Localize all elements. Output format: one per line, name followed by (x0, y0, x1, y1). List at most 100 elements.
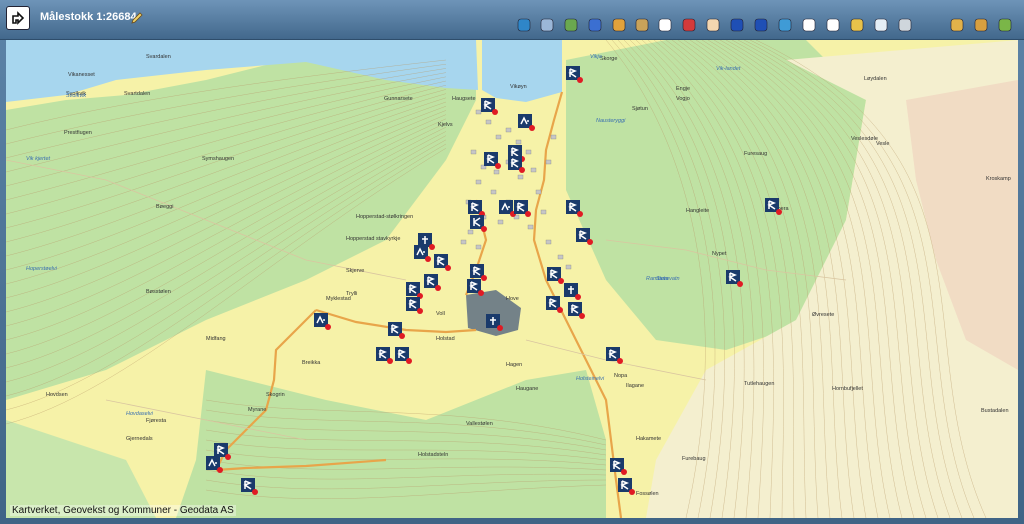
puzzle-tool-button[interactable] (610, 16, 628, 34)
place-label: Svartdalen (124, 91, 150, 97)
place-label: Vikøyn (510, 84, 527, 90)
water-label: Nausteryggi (596, 118, 626, 124)
building (540, 209, 547, 215)
place-label: Furebaug (682, 456, 706, 462)
poi-marker-dot (587, 239, 593, 245)
layers-icon (540, 18, 554, 32)
place-label: Gjernedals (126, 436, 153, 442)
search-icon (588, 18, 602, 32)
globe-icon (778, 18, 792, 32)
brush-tool-button[interactable] (633, 16, 651, 34)
place-label: Vogjo (676, 96, 690, 102)
poi-marker-dot (481, 226, 487, 232)
place-label: Skjerve (346, 268, 364, 274)
building (495, 134, 502, 140)
map-toolbar: Målestokk 1:26684 (0, 0, 1024, 40)
pencil-tool-icon (998, 18, 1012, 32)
home-button[interactable] (6, 6, 30, 30)
globe-tool-button[interactable] (776, 16, 794, 34)
building (517, 174, 524, 180)
building (527, 224, 534, 230)
poi-marker-dot (629, 489, 635, 495)
poi-marker-dot (497, 325, 503, 331)
water-label: Holsteinelvi (576, 376, 605, 382)
place-label: Hopperstad stavkyrkje (346, 236, 400, 242)
place-label: Hakamete (636, 436, 661, 442)
place-label: Bøsstølen (146, 289, 171, 295)
place-label: Hopperstad-stølkringen (356, 214, 413, 220)
edit-map-tool-button[interactable] (972, 16, 990, 34)
place-label: Hagen (506, 362, 522, 368)
info-point-tool-button[interactable] (824, 16, 842, 34)
building (485, 119, 492, 125)
filter-funnel-icon (898, 18, 912, 32)
puzzle-icon (612, 18, 626, 32)
scale-label: Målestokk 1:26684 (40, 11, 137, 23)
poi-marker-dot (425, 256, 431, 262)
building (545, 159, 552, 165)
place-label: Bustadalen (981, 408, 1009, 414)
filter-funnel-tool-button[interactable] (896, 16, 914, 34)
poi-marker-dot (557, 307, 563, 313)
zoom-out-tool-button[interactable] (680, 16, 698, 34)
search-tool-button[interactable] (586, 16, 604, 34)
measure-ruler-tool-button[interactable] (848, 16, 866, 34)
poi-marker-dot (399, 333, 405, 339)
refresh-tool-button[interactable] (515, 16, 533, 34)
place-label: Nopa (614, 373, 628, 379)
map-overview-tool-button[interactable] (562, 16, 580, 34)
pencil-icon[interactable] (130, 11, 144, 25)
place-label: Hornbufjellet (832, 386, 863, 392)
poi-marker-dot (525, 211, 531, 217)
place-label: Hove (506, 296, 519, 302)
poi-marker-dot (577, 77, 583, 83)
poi-marker-dot (225, 454, 231, 460)
water-label: Vik-landet (716, 66, 741, 72)
zoom-in-box-tool-button[interactable] (656, 16, 674, 34)
back-arrow-icon (730, 18, 744, 32)
place-label: Nypet (712, 251, 727, 257)
place-label: Skogrin (266, 392, 285, 398)
poi-marker-dot (575, 294, 581, 300)
water-label: Storevatn (656, 276, 680, 282)
place-label: Kroskamp (986, 176, 1011, 182)
poi-marker-dot (492, 109, 498, 115)
back-arrow-tool-button[interactable] (728, 16, 746, 34)
info-point-icon (826, 18, 840, 32)
place-label: Vallestølen (466, 421, 493, 427)
layers-tool-button[interactable] (538, 16, 556, 34)
refresh-icon (517, 18, 531, 32)
poi-marker-dot (429, 244, 435, 250)
pan-hand-tool-button[interactable] (704, 16, 722, 34)
topographic-map[interactable]: Vikanesset Svolkvik Svardalen Svartdalen Pre… (6, 40, 1018, 518)
poi-marker-dot (776, 209, 782, 215)
fishing-boat-tool-button[interactable] (872, 16, 890, 34)
map-attribution: Kartverket, Geovekst og Kommuner - Geoda… (10, 505, 236, 516)
place-label: Hovdsen (46, 392, 68, 398)
place-label: Kjelvs (438, 122, 453, 128)
place-label: Fjøresta (146, 418, 167, 424)
zoom-in-box-icon (658, 18, 672, 32)
building (505, 127, 512, 133)
building (545, 239, 552, 245)
map-window: Målestokk 1:26684 Vikanesset Svolkvik Sv… (0, 0, 1024, 524)
building (475, 109, 482, 115)
place-label: Vikanesset (68, 72, 95, 78)
building (490, 189, 497, 195)
place-label: Midfang (206, 336, 226, 342)
edit-map-icon (974, 18, 988, 32)
forward-arrow-tool-button[interactable] (752, 16, 770, 34)
map-canvas[interactable]: Vikanesset Svolkvik Svardalen Svartdalen Pre… (6, 40, 1018, 518)
measure-ruler-icon (850, 18, 864, 32)
building (497, 219, 504, 225)
place-label: Bøeggi (156, 204, 173, 210)
add-folder-tool-button[interactable] (948, 16, 966, 34)
pencil-tool-tool-button[interactable] (996, 16, 1014, 34)
info-tool-button[interactable] (800, 16, 818, 34)
poi-marker-dot (445, 265, 451, 271)
place-label: Vesle (876, 141, 889, 147)
building (515, 139, 522, 145)
poi-marker-dot (579, 313, 585, 319)
place-label: Løydalen (864, 76, 887, 82)
poi-marker-dot (617, 358, 623, 364)
